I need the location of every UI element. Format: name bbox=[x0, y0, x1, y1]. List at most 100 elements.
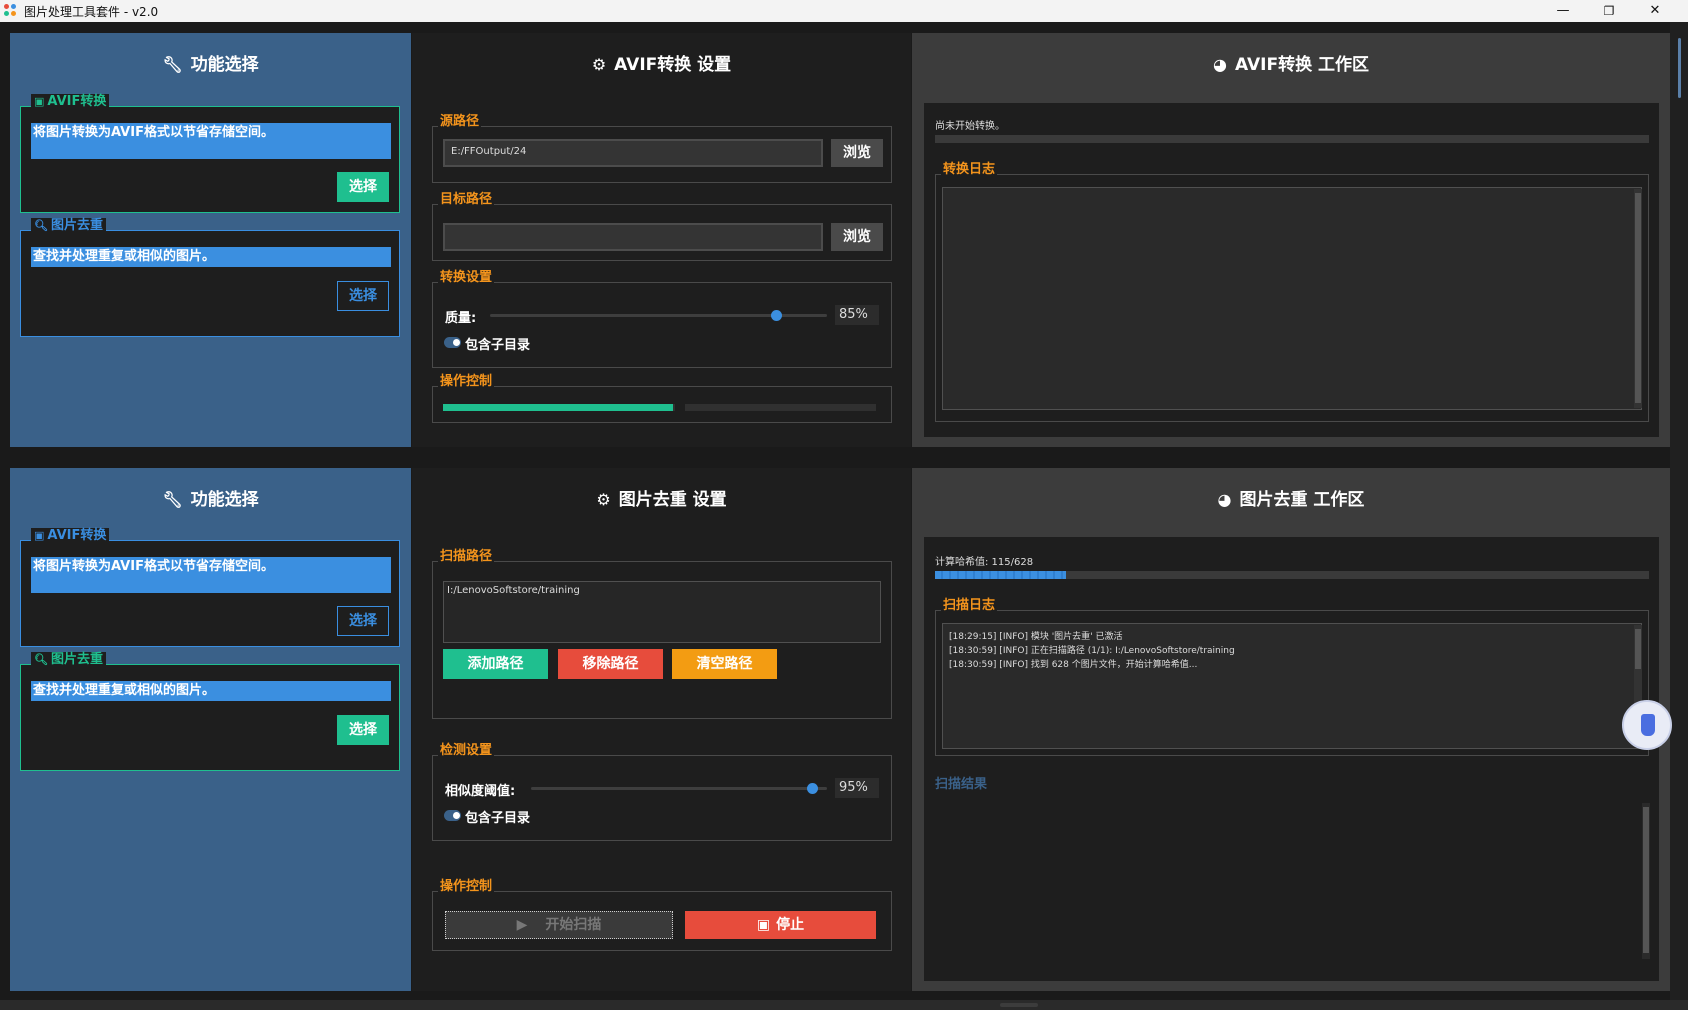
similarity-label: 相似度阈值: bbox=[445, 784, 516, 799]
quality-slider-knob[interactable] bbox=[770, 310, 782, 321]
function-card-title: 🔍︎ 图片去重 bbox=[31, 218, 106, 234]
function-card-dedup[interactable]: 🔍︎ 图片去重 查找并处理重复或相似的图片。 选择 bbox=[20, 218, 400, 337]
stop-button[interactable]: ▣ 停止 bbox=[685, 911, 876, 939]
floating-assistant-button[interactable] bbox=[1622, 700, 1672, 750]
wrench-icon: 🔧︎ bbox=[162, 490, 183, 509]
group-title: 转换设置 bbox=[438, 270, 495, 286]
function-card-title: ▣ AVIF转换 bbox=[31, 94, 110, 110]
select-dedup-button[interactable]: 选择 bbox=[337, 281, 389, 311]
workspace-progress-bar bbox=[935, 135, 1649, 143]
target-path-input[interactable] bbox=[443, 223, 823, 251]
similarity-value: 95% bbox=[835, 778, 879, 798]
detect-settings-group: 检测设置 相似度阈值: 95% 包含子目录 bbox=[432, 743, 892, 841]
window-title: 图片处理工具套件 - v2.0 bbox=[24, 5, 159, 19]
image-icon: ▣ bbox=[34, 529, 45, 542]
window-titlebar: 图片处理工具套件 - v2.0 — ❐ ✕ bbox=[0, 0, 1688, 22]
sidebar-header: 🔧︎ 功能选择 bbox=[10, 51, 411, 79]
workspace-header: ◕ 图片去重 工作区 bbox=[912, 486, 1670, 514]
sidebar-header: 🔧︎ 功能选择 bbox=[10, 486, 411, 514]
avif-workspace: ◕ AVIF转换 工作区 尚未开始转换。 转换日志 bbox=[912, 33, 1670, 447]
image-icon: ▣ bbox=[34, 95, 45, 108]
sidebar-title: 功能选择 bbox=[190, 490, 259, 510]
select-avif-button[interactable]: 选择 bbox=[337, 172, 389, 202]
function-card-description: 将图片转换为AVIF格式以节省存储空间。 bbox=[31, 123, 391, 159]
operation-control-group: 操作控制 bbox=[432, 374, 892, 423]
close-button[interactable]: ✕ bbox=[1632, 0, 1678, 22]
workspace-content: 尚未开始转换。 转换日志 bbox=[924, 103, 1659, 437]
convert-progress-secondary bbox=[685, 404, 876, 411]
include-subdirs-toggle[interactable] bbox=[444, 810, 461, 821]
clear-path-button[interactable]: 清空路径 bbox=[672, 649, 777, 679]
log-line: [18:29:15] [INFO] 模块 '图片去重' 已激活 bbox=[949, 632, 1123, 642]
minimize-button[interactable]: — bbox=[1540, 0, 1586, 22]
gear-icon: ⚙︎ bbox=[596, 490, 611, 509]
log-line: [18:30:59] [INFO] 找到 628 个图片文件，开始计算哈希值..… bbox=[949, 660, 1198, 670]
group-title: 目标路径 bbox=[438, 192, 495, 208]
gear-icon: ⚙︎ bbox=[591, 55, 607, 74]
progress-fill bbox=[935, 571, 1066, 579]
remove-path-button[interactable]: 移除路径 bbox=[558, 649, 663, 679]
log-line: [18:30:59] [INFO] 正在扫描路径 (1/1): I:/Lenov… bbox=[949, 646, 1235, 656]
source-browse-button[interactable]: 浏览 bbox=[831, 139, 883, 167]
group-title: 检测设置 bbox=[438, 743, 495, 759]
similarity-slider[interactable] bbox=[531, 783, 827, 794]
function-card-avif[interactable]: ▣ AVIF转换 将图片转换为AVIF格式以节省存储空间。 选择 bbox=[20, 528, 400, 647]
status-text: 计算哈希值: 115/628 bbox=[935, 557, 1034, 568]
function-card-description: 查找并处理重复或相似的图片。 bbox=[31, 681, 391, 701]
group-title: 源路径 bbox=[438, 114, 482, 130]
log-scrollbar[interactable] bbox=[1634, 189, 1642, 408]
group-title: 扫描日志 bbox=[941, 598, 998, 614]
select-avif-button[interactable]: 选择 bbox=[337, 606, 389, 636]
add-path-button[interactable]: 添加路径 bbox=[443, 649, 548, 679]
scan-path-list[interactable]: I:/LenovoSoftstore/training bbox=[443, 581, 881, 643]
scan-log-area[interactable]: [18:29:15] [INFO] 模块 '图片去重' 已激活 [18:30:5… bbox=[942, 623, 1642, 749]
search-icon: 🔍︎ bbox=[34, 219, 48, 232]
start-scan-button[interactable]: ▶ 开始扫描 bbox=[445, 911, 673, 939]
quality-slider[interactable] bbox=[490, 310, 827, 321]
function-card-avif[interactable]: ▣ AVIF转换 将图片转换为AVIF格式以节省存储空间。 选择 bbox=[20, 94, 400, 213]
settings-title: AVIF转换 设置 bbox=[614, 55, 732, 75]
source-path-input[interactable]: E:/FFOutput/24 bbox=[443, 139, 823, 167]
scan-path-group: 扫描路径 I:/LenovoSoftstore/training 添加路径 移除… bbox=[432, 549, 892, 719]
scan-path-item[interactable]: I:/LenovoSoftstore/training bbox=[447, 585, 877, 596]
dedup-workspace: ◕ 图片去重 工作区 计算哈希值: 115/628 扫描日志 [18:29:15]… bbox=[912, 468, 1670, 991]
function-card-dedup[interactable]: 🔍︎ 图片去重 查找并处理重复或相似的图片。 选择 bbox=[20, 652, 400, 771]
avif-settings-panel: ⚙︎ AVIF转换 设置 源路径 E:/FFOutput/24 浏览 目标路径 浏… bbox=[412, 33, 911, 447]
include-subdirs-label: 包含子目录 bbox=[465, 811, 531, 826]
convert-log-group: 转换日志 bbox=[935, 162, 1649, 422]
include-subdirs-toggle[interactable] bbox=[444, 337, 461, 348]
dedup-settings-panel: ⚙︎ 图片去重 设置 扫描路径 I:/LenovoSoftstore/traini… bbox=[412, 468, 911, 991]
workspace-title: AVIF转换 工作区 bbox=[1234, 55, 1369, 75]
quality-label: 质量: bbox=[445, 311, 477, 326]
group-title: 操作控制 bbox=[438, 879, 495, 895]
target-path-group: 目标路径 浏览 bbox=[432, 192, 892, 261]
settings-title: 图片去重 设置 bbox=[618, 490, 727, 510]
app-logo-icon bbox=[4, 4, 18, 18]
bottom-status-strip bbox=[0, 1000, 1688, 1010]
function-card-description: 查找并处理重复或相似的图片。 bbox=[31, 247, 391, 267]
workspace-content: 计算哈希值: 115/628 扫描日志 [18:29:15] [INFO] 模块… bbox=[924, 537, 1659, 981]
target-browse-button[interactable]: 浏览 bbox=[831, 223, 883, 251]
scan-results-title: 扫描结果 bbox=[935, 777, 988, 792]
workspace-progress-bar bbox=[935, 571, 1649, 579]
group-title: 转换日志 bbox=[941, 162, 998, 178]
group-title: 扫描路径 bbox=[438, 549, 495, 565]
window-scrollbar[interactable] bbox=[1670, 22, 1688, 1010]
function-sidebar: 🔧︎ 功能选择 ▣ AVIF转换 将图片转换为AVIF格式以节省存储空间。 选择 🔍… bbox=[10, 33, 411, 447]
maximize-button[interactable]: ❐ bbox=[1586, 0, 1632, 22]
convert-log-area[interactable] bbox=[942, 187, 1642, 410]
workspace-title: 图片去重 工作区 bbox=[1239, 490, 1365, 510]
function-card-title: ▣ AVIF转换 bbox=[31, 528, 110, 544]
results-scrollbar[interactable] bbox=[1642, 803, 1650, 959]
palette-icon: ◕ bbox=[1213, 55, 1227, 74]
search-icon: 🔍︎ bbox=[34, 653, 48, 666]
function-card-description: 将图片转换为AVIF格式以节省存储空间。 bbox=[31, 557, 391, 593]
function-sidebar: 🔧︎ 功能选择 ▣ AVIF转换 将图片转换为AVIF格式以节省存储空间。 选择 🔍… bbox=[10, 468, 411, 991]
select-dedup-button[interactable]: 选择 bbox=[337, 715, 389, 745]
palette-icon: ◕ bbox=[1217, 490, 1232, 509]
convert-settings-group: 转换设置 质量: 85% 包含子目录 bbox=[432, 270, 892, 368]
source-path-group: 源路径 E:/FFOutput/24 浏览 bbox=[432, 114, 892, 183]
sidebar-title: 功能选择 bbox=[190, 55, 259, 75]
similarity-slider-knob[interactable] bbox=[806, 783, 818, 794]
wrench-icon: 🔧︎ bbox=[162, 55, 183, 74]
